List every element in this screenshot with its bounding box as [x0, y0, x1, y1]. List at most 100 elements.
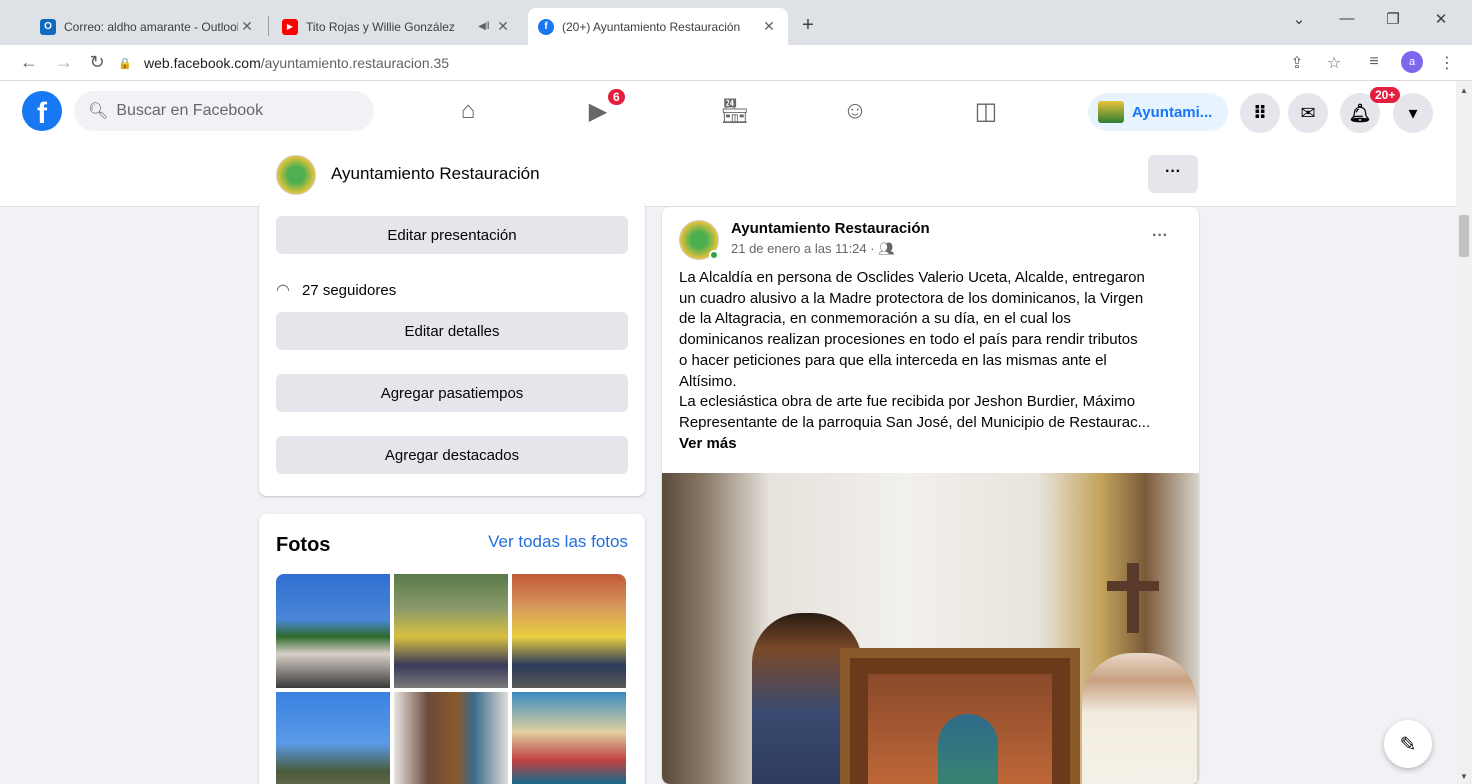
- close-icon[interactable]: ✕: [494, 18, 512, 35]
- post-meta: 21 de enero a las 11:24 · 👥︎: [731, 241, 895, 257]
- close-window-button[interactable]: ✕: [1426, 10, 1456, 28]
- photo-crucifix-bar: [1107, 581, 1159, 591]
- post-text: La Alcaldía en persona de Osclides Valer…: [679, 268, 1184, 454]
- audience-friends-icon: 👥︎: [878, 241, 895, 256]
- tab-search-icon[interactable]: ⌄: [1284, 10, 1314, 28]
- photo-virgin-figure: [938, 714, 998, 784]
- photo-painting-frame: [840, 648, 1080, 784]
- forward-icon[interactable]: →: [53, 52, 75, 73]
- reload-icon[interactable]: ↻: [86, 52, 108, 73]
- close-icon[interactable]: ✕: [238, 18, 256, 35]
- groups-icon[interactable]: ☺: [835, 95, 875, 127]
- add-hobbies-button[interactable]: Agregar pasatiempos: [276, 374, 628, 412]
- add-featured-button[interactable]: Agregar destacados: [276, 436, 628, 474]
- post-text-line: La eclesiástica obra de arte fue recibid…: [679, 393, 1136, 411]
- photo-thumbnail[interactable]: [512, 692, 626, 784]
- watch-badge: 6: [608, 89, 625, 105]
- photos-card: Fotos Ver todas las fotos: [259, 514, 645, 784]
- post-photo[interactable]: [662, 473, 1199, 784]
- lock-icon: 🔒: [118, 57, 132, 70]
- scroll-down-arrow[interactable]: ▼: [1460, 772, 1468, 781]
- post-text-line: o hacer peticiones para que ella interce…: [679, 351, 1107, 369]
- page-crest-icon: [1098, 101, 1124, 123]
- online-indicator: [709, 250, 719, 260]
- post-card: Ayuntamiento Restauración 21 de enero a …: [662, 207, 1199, 784]
- messenger-icon[interactable]: ✉: [1288, 93, 1328, 133]
- restore-button[interactable]: ❐: [1378, 10, 1408, 28]
- new-message-button[interactable]: ✎: [1384, 720, 1432, 768]
- tab-facebook[interactable]: f (20+) Ayuntamiento Restauración ✕: [528, 8, 788, 45]
- browser-tab-bar: O Correo: aldho amarante - Outlook ✕ ▶ T…: [0, 0, 1472, 45]
- url-host: web.facebook.com: [144, 55, 261, 71]
- more-options-button[interactable]: ···: [1148, 155, 1198, 193]
- marketplace-icon[interactable]: 🏪︎: [715, 95, 755, 127]
- facebook-logo[interactable]: f: [22, 91, 62, 131]
- intro-card: Editar presentación ◠ 27 seguidores Edit…: [259, 200, 645, 496]
- tab-title: Tito Rojas y Willie González: [306, 19, 455, 34]
- post-text-line: dominicanos realizan procesiones en todo…: [679, 331, 1138, 349]
- photo-thumbnail[interactable]: [512, 574, 626, 688]
- edit-presentation-button[interactable]: Editar presentación: [276, 216, 628, 254]
- post-text-line: Altísimo.: [679, 372, 737, 390]
- facebook-icon: f: [538, 18, 554, 35]
- compose-icon: ✎: [1399, 733, 1417, 756]
- post-text-line: La Alcaldía en persona de Osclides Valer…: [679, 269, 1145, 286]
- post-text-line: un cuadro alusivo a la Madre protectora …: [679, 289, 1144, 307]
- back-icon[interactable]: ←: [18, 52, 40, 73]
- url-path: /ayuntamiento.restauracion.35: [260, 55, 450, 71]
- outlook-icon: O: [40, 18, 56, 35]
- home-icon[interactable]: ⌂: [448, 95, 488, 127]
- post-options-button[interactable]: ···: [1152, 227, 1168, 245]
- close-icon[interactable]: ✕: [760, 18, 778, 35]
- page-scrollbar[interactable]: [1456, 81, 1472, 784]
- bookmark-star-icon[interactable]: ☆: [1323, 53, 1345, 73]
- photo-crucifix: [1127, 563, 1139, 633]
- post-timestamp[interactable]: 21 de enero a las 11:24 ·: [731, 241, 878, 256]
- facebook-header: f 🔍︎ Buscar en Facebook ⌂ ▶ 6 🏪︎ ☺ ◫ Ayu…: [0, 81, 1472, 141]
- followers-row: ◠ 27 seguidores: [276, 280, 396, 300]
- tab-title: Correo: aldho amarante - Outlook: [64, 19, 238, 34]
- reading-list-icon[interactable]: ≡: [1363, 53, 1385, 71]
- tab-youtube[interactable]: ▶ Tito Rojas y Willie González ◀ǁ ✕: [272, 8, 522, 45]
- photos-title: Fotos: [276, 534, 331, 556]
- address-toolbar: ← → ↻ 🔒 web.facebook.com/ayuntamiento.re…: [0, 45, 1472, 81]
- photo-thumbnail[interactable]: [394, 692, 508, 784]
- followers-count: 27 seguidores: [301, 281, 397, 299]
- search-icon: 🔍︎: [88, 103, 109, 120]
- page-shortcut-button[interactable]: Ayuntami...: [1088, 93, 1228, 131]
- tab-separator: [268, 16, 269, 36]
- photo-thumbnail[interactable]: [394, 574, 508, 688]
- page-header-bar: Ayuntamiento Restauración ···: [0, 141, 1456, 207]
- scroll-up-arrow[interactable]: ▲: [1460, 86, 1468, 95]
- post-author[interactable]: Ayuntamiento Restauración: [731, 220, 930, 237]
- minimize-button[interactable]: —: [1332, 10, 1362, 27]
- page-shortcut-label: Ayuntami...: [1132, 103, 1213, 121]
- gaming-icon[interactable]: ◫: [966, 95, 1006, 127]
- post-text-line: Representante de la parroquia San José, …: [679, 413, 1151, 431]
- speaker-icon[interactable]: ◀ǁ: [474, 21, 494, 32]
- post-text-line: de la Altagracia, en conmemoración a su …: [679, 310, 1071, 328]
- tab-title: (20+) Ayuntamiento Restauración: [562, 19, 741, 34]
- scrollbar-thumb[interactable]: [1459, 215, 1469, 257]
- photo-thumbnail[interactable]: [276, 692, 390, 784]
- rss-icon: ◠: [276, 282, 290, 299]
- menu-icon[interactable]: ⋮: [1436, 53, 1458, 73]
- youtube-icon: ▶: [282, 18, 298, 35]
- photo-painting: [868, 674, 1052, 784]
- edit-details-button[interactable]: Editar detalles: [276, 312, 628, 350]
- profile-avatar[interactable]: a: [1401, 51, 1423, 73]
- see-more-link[interactable]: Ver más: [679, 434, 1184, 455]
- tab-outlook[interactable]: O Correo: aldho amarante - Outlook ✕: [30, 8, 266, 45]
- page-avatar[interactable]: [276, 155, 316, 195]
- photo-person-right: [1082, 653, 1197, 784]
- search-input[interactable]: 🔍︎ Buscar en Facebook: [74, 91, 374, 131]
- search-placeholder: Buscar en Facebook: [116, 102, 264, 119]
- share-icon[interactable]: ⇪: [1286, 53, 1308, 73]
- menu-grid-icon[interactable]: ⠿: [1240, 93, 1280, 133]
- url-field[interactable]: 🔒 web.facebook.com/ayuntamiento.restaura…: [118, 49, 1318, 77]
- account-dropdown-icon[interactable]: ▾: [1393, 93, 1433, 133]
- page-title[interactable]: Ayuntamiento Restauración: [331, 164, 540, 184]
- photo-thumbnail[interactable]: [276, 574, 390, 688]
- see-all-photos-link[interactable]: Ver todas las fotos: [488, 532, 628, 552]
- new-tab-button[interactable]: +: [796, 14, 820, 37]
